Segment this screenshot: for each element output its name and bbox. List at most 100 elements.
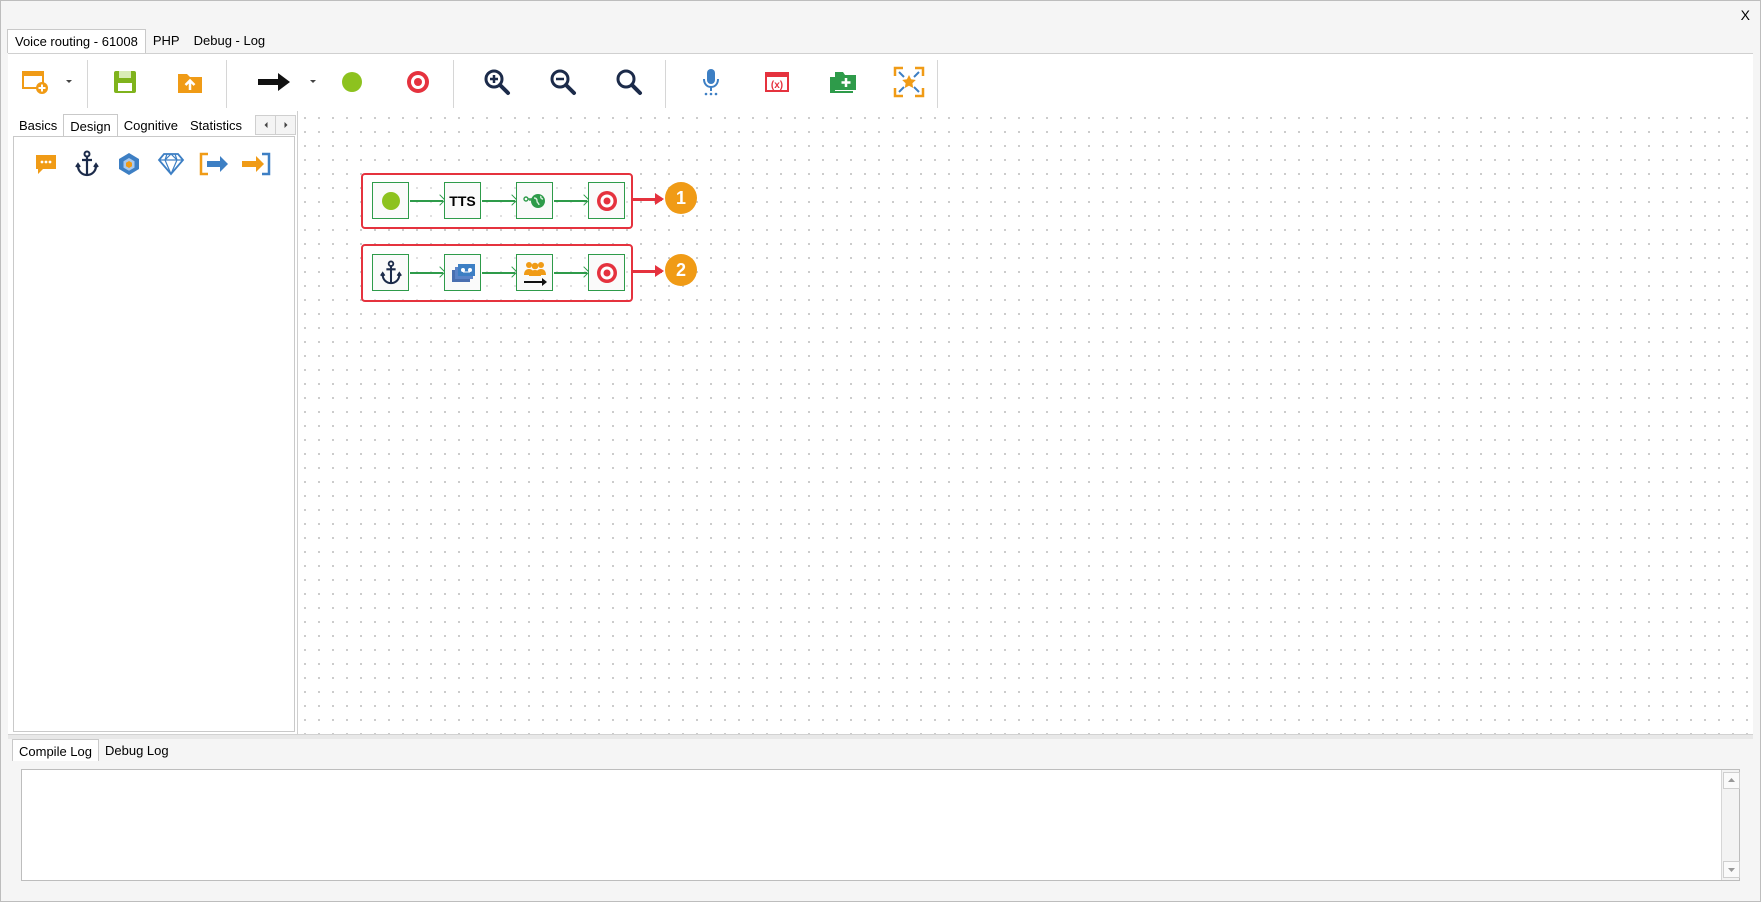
flow-group [361,244,633,302]
folder-add-icon [830,72,856,93]
connector-arrow [482,272,515,274]
globe-key-icon [522,193,545,208]
tab-php[interactable]: PHP [146,29,187,53]
connector-arrow [482,200,515,202]
component-tabs: Basics Design Cognitive Statistics P [13,114,260,136]
magnifier-icon [616,69,642,95]
zoom-out-icon [550,69,576,95]
step-badge: 2 [665,254,697,286]
palette-message[interactable] [31,149,61,179]
tab-cognitive[interactable]: Cognitive [118,114,184,136]
log-scrollbar[interactable] [1721,770,1740,880]
palette-diamond[interactable] [156,149,186,179]
design-canvas[interactable]: TTS 1 2 [298,111,1753,734]
target-icon [596,262,617,283]
toolbar-separator [665,60,666,108]
voicemail-node[interactable] [444,254,481,291]
zoom-in-icon [484,69,510,95]
application-window: X Voice routing - 61008 PHP Debug - Log [0,0,1761,902]
focus-star-icon [893,66,925,98]
enter-arrow-icon [242,152,271,176]
end-node[interactable] [588,182,625,219]
new-item-button[interactable] [17,64,53,100]
chevron-down-icon [1728,868,1735,872]
connector-arrow [410,200,443,202]
exit-arrow-icon [199,152,228,176]
chevron-left-icon [264,122,267,128]
anchor-node[interactable] [372,254,409,291]
target-icon [407,71,429,93]
document-tabs: Voice routing - 61008 PHP Debug - Log [7,29,272,53]
message-icon [36,155,56,174]
log-output[interactable] [21,769,1740,881]
tab-compile-log[interactable]: Compile Log [12,739,99,761]
tab-scroll-right-button[interactable] [275,115,296,135]
anchor-icon [379,260,402,284]
microphone-button[interactable] [693,64,729,100]
component-palette [13,136,295,732]
diamond-icon [157,153,185,176]
toolbar-separator [937,60,938,108]
palette-exit[interactable] [197,149,231,179]
scroll-up-button[interactable] [1723,772,1740,789]
callout-arrow [631,265,664,276]
tab-basics[interactable]: Basics [13,114,63,136]
connector-arrow [554,200,587,202]
variables-button[interactable]: (x) [759,64,795,100]
connector-arrow [410,272,443,274]
select-area-button[interactable] [891,64,927,100]
svg-text:(x): (x) [771,80,783,91]
connector-arrow [554,272,587,274]
tab-scroll-left-button[interactable] [255,115,276,135]
flow-group: TTS [361,173,633,229]
log-tabs: Compile Log Debug Log [12,739,175,761]
scroll-down-button[interactable] [1723,861,1740,878]
anchor-icon [75,150,99,177]
queue-node[interactable] [516,254,553,291]
component-panel: Basics Design Cognitive Statistics P [8,111,298,734]
new-window-plus-icon [22,71,48,94]
toolbar-separator [226,60,227,108]
floppy-disk-icon [114,71,136,93]
microphone-icon [703,69,719,96]
chevron-up-icon [1728,778,1735,782]
callout-arrow [631,193,664,204]
arrow-right-icon [258,73,290,91]
zoom-in-button[interactable] [479,64,515,100]
tab-statistics[interactable]: Statistics [184,114,248,136]
folder-upload-icon [178,74,202,93]
save-button[interactable] [107,64,143,100]
toolbar-separator [87,60,88,108]
palette-enter[interactable] [239,149,273,179]
upload-button[interactable] [172,64,208,100]
end-node[interactable] [588,254,625,291]
green-dot-icon [342,72,362,92]
tab-design[interactable]: Design [63,114,118,136]
target-icon [596,190,617,211]
start-node-button[interactable] [334,64,370,100]
palette-anchor[interactable] [72,149,102,179]
end-node-button[interactable] [400,64,436,100]
new-item-dropdown[interactable] [66,80,72,83]
people-transfer-icon [523,261,547,286]
chevron-right-icon [284,122,287,128]
green-dot-icon [381,191,400,210]
zoom-out-button[interactable] [545,64,581,100]
close-button[interactable]: X [1741,7,1750,23]
tab-debug-log-panel[interactable]: Debug Log [99,739,175,761]
tab-voice-routing[interactable]: Voice routing - 61008 [7,29,146,53]
palette-cube[interactable] [114,149,144,179]
toolbar: (x) [8,53,1753,112]
tts-node[interactable]: TTS [444,182,481,219]
zoom-fit-button[interactable] [611,64,647,100]
cassette-stack-icon [451,263,475,282]
hexagon-cube-icon [119,153,139,175]
tab-debug-log[interactable]: Debug - Log [187,29,273,53]
panel-splitter[interactable] [8,734,1753,739]
arrow-connector-dropdown[interactable] [310,80,316,83]
add-folder-button[interactable] [825,64,861,100]
start-node[interactable] [372,182,409,219]
toolbar-separator [453,60,454,108]
web-request-node[interactable] [516,182,553,219]
arrow-connector-button[interactable] [252,64,296,100]
